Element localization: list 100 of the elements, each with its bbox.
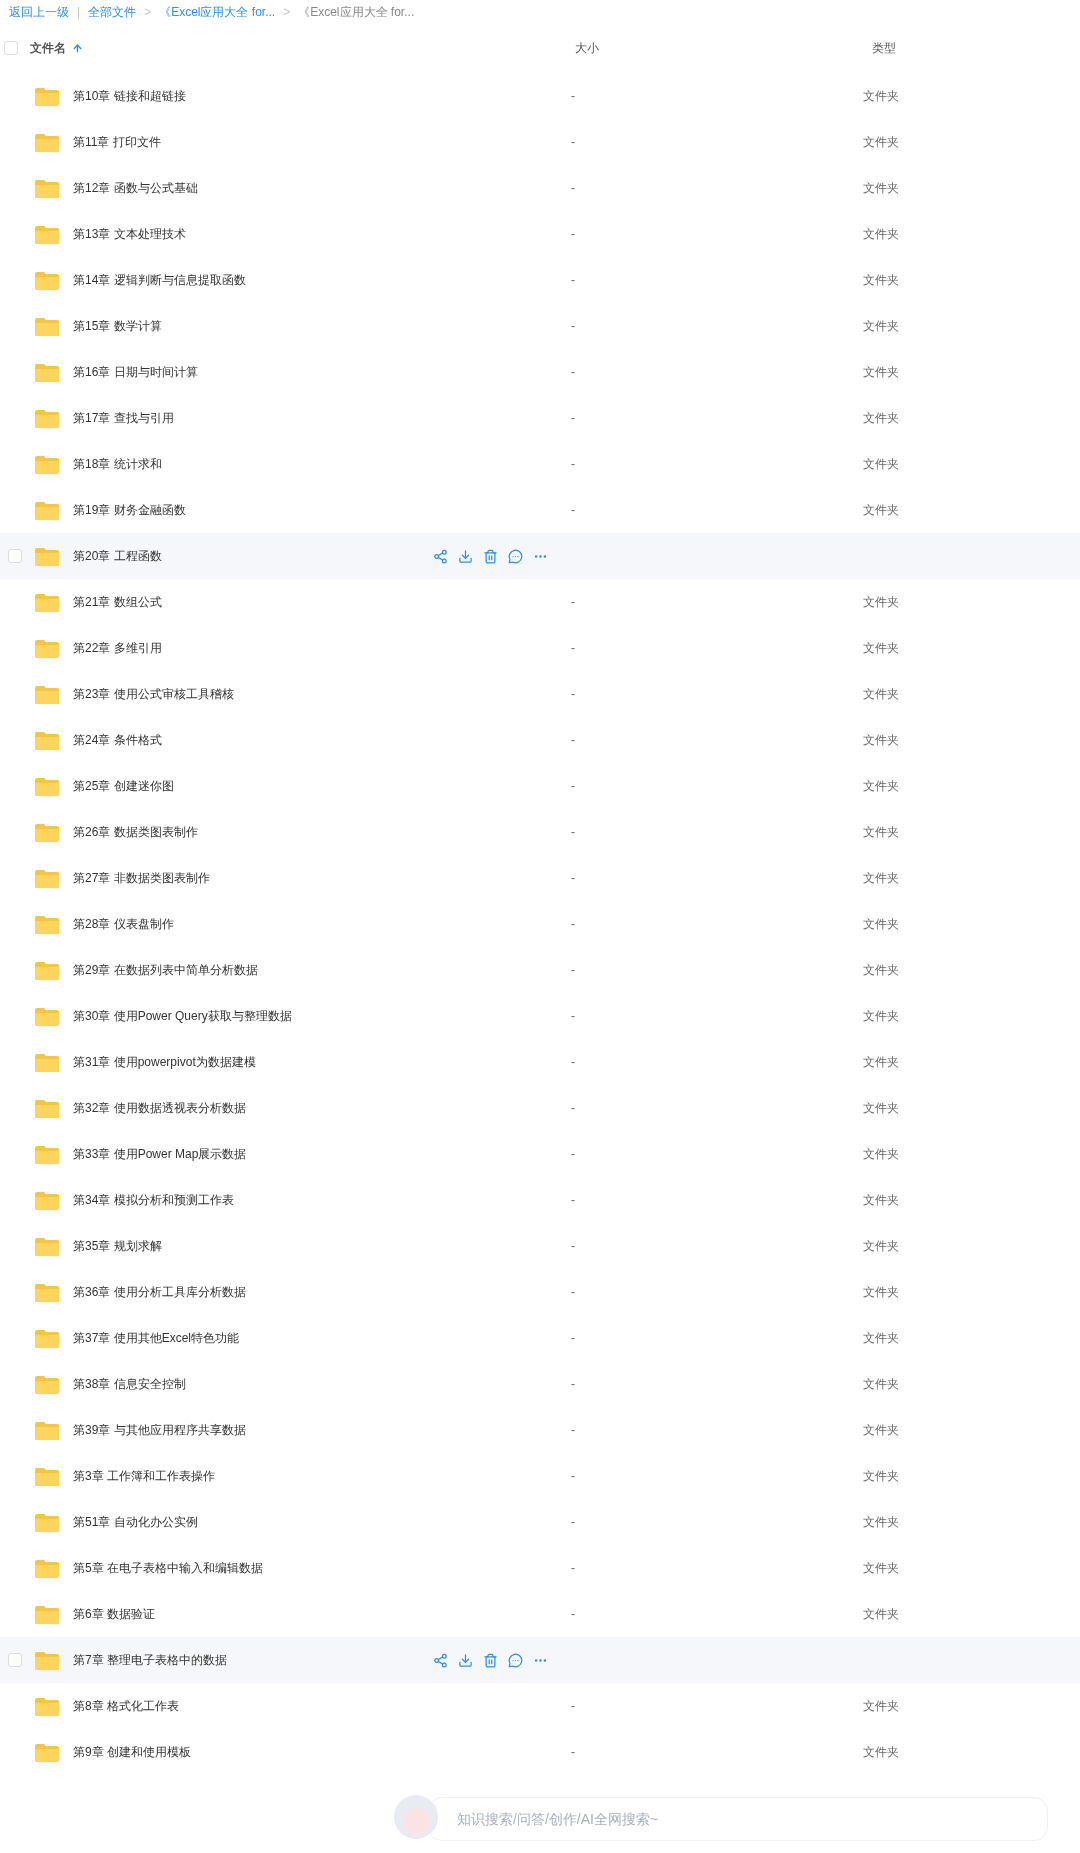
size-cell-text: -: [571, 1422, 576, 1439]
folder-name[interactable]: 第10章 链接和超链接: [73, 87, 433, 105]
type-cell-text: 文件夹: [863, 1744, 899, 1761]
type-cell-text: 文件夹: [863, 1560, 899, 1577]
folder-name[interactable]: 第16章 日期与时间计算: [73, 363, 433, 381]
type-cell-text: 文件夹: [863, 1192, 899, 1209]
sort-icon[interactable]: [72, 42, 83, 54]
folder-name[interactable]: 第24章 条件格式: [73, 731, 433, 749]
folder-name[interactable]: 第27章 非数据类图表制作: [73, 869, 433, 887]
type-cell-text: 文件夹: [863, 870, 899, 887]
folder-name[interactable]: 第21章 数组公式: [73, 593, 433, 611]
type-cell-text: 文件夹: [863, 1422, 899, 1439]
folder-name[interactable]: 第14章 逻辑判断与信息提取函数: [73, 271, 433, 289]
type-cell-text: 文件夹: [863, 1514, 899, 1531]
size-cell-text: -: [571, 1008, 576, 1025]
folder-name[interactable]: 第25章 创建迷你图: [73, 777, 433, 795]
breadcrumb-link[interactable]: 《Excel应用大全 for...: [159, 3, 276, 21]
type-cell-text: 文件夹: [863, 1606, 899, 1623]
folder-name[interactable]: 第33章 使用Power Map展示数据: [73, 1145, 433, 1163]
folder-name[interactable]: 第5章 在电子表格中输入和编辑数据: [73, 1559, 433, 1577]
size-cell-text: -: [571, 1698, 576, 1715]
folder-name[interactable]: 第35章 规划求解: [73, 1237, 433, 1255]
folder-icon: [35, 1604, 59, 1624]
chat-icon[interactable]: [508, 1652, 523, 1668]
folder-name[interactable]: 第6章 数据验证: [73, 1605, 433, 1623]
folder-name[interactable]: 第28章 仪表盘制作: [73, 915, 433, 933]
type-cell-text: 文件夹: [863, 1376, 899, 1393]
column-header[interactable]: 类型: [872, 39, 896, 57]
folder-name[interactable]: 第36章 使用分析工具库分析数据: [73, 1283, 433, 1301]
size-cell-text: -: [571, 916, 576, 933]
type-cell-text: 文件夹: [863, 1284, 899, 1301]
folder-name[interactable]: 第20章 工程函数: [73, 547, 433, 565]
share-icon[interactable]: [433, 548, 448, 564]
column-header[interactable]: 大小: [575, 39, 599, 57]
folder-name[interactable]: 第3章 工作簿和工作表操作: [73, 1467, 433, 1485]
folder-name[interactable]: 第17章 查找与引用: [73, 409, 433, 427]
folder-row[interactable]: 第7章 整理电子表格中的数据: [0, 1637, 1080, 1683]
checkbox[interactable]: [8, 1653, 22, 1667]
folder-name[interactable]: 第51章 自动化办公实例: [73, 1513, 433, 1531]
delete-icon[interactable]: [483, 1652, 498, 1668]
type-cell-text: 文件夹: [863, 226, 899, 243]
folder-name[interactable]: 第18章 统计求和: [73, 455, 433, 473]
folder-row[interactable]: 第20章 工程函数: [0, 533, 1080, 579]
column-header[interactable]: 文件名: [30, 39, 66, 57]
breadcrumb-link[interactable]: 返回上一级: [9, 3, 69, 21]
checkbox[interactable]: [8, 549, 22, 563]
folder-name[interactable]: 第7章 整理电子表格中的数据: [73, 1651, 433, 1669]
folder-icon: [35, 454, 59, 474]
size-cell-text: -: [571, 1560, 576, 1577]
size-cell-text: -: [571, 1606, 576, 1623]
type-cell-text: 文件夹: [863, 962, 899, 979]
size-cell-text: -: [571, 1054, 576, 1071]
type-cell-text: 文件夹: [863, 1054, 899, 1071]
breadcrumb-link[interactable]: 全部文件: [88, 3, 137, 21]
folder-name[interactable]: 第15章 数学计算: [73, 317, 433, 335]
folder-icon: [35, 132, 59, 152]
size-cell-text: -: [571, 1192, 576, 1209]
folder-icon: [35, 270, 59, 290]
breadcrumb-link[interactable]: 《Excel应用大全 for...: [298, 3, 415, 21]
folder-icon: [35, 1328, 59, 1348]
folder-name[interactable]: 第38章 信息安全控制: [73, 1375, 433, 1393]
folder-name[interactable]: 第37章 使用其他Excel特色功能: [73, 1329, 433, 1347]
folder-name[interactable]: 第34章 模拟分析和预测工作表: [73, 1191, 433, 1209]
folder-icon: [35, 316, 59, 336]
type-cell-text: 文件夹: [863, 134, 899, 151]
type-cell-text: 文件夹: [863, 686, 899, 703]
folder-icon: [35, 1558, 59, 1578]
size-cell-text: -: [571, 640, 576, 657]
folder-name[interactable]: 第31章 使用powerpivot为数据建模: [73, 1053, 433, 1071]
checkbox[interactable]: [4, 41, 18, 55]
size-cell-text: -: [571, 88, 576, 105]
folder-name[interactable]: 第32章 使用数据透视表分析数据: [73, 1099, 433, 1117]
size-cell-text: -: [571, 134, 576, 151]
size-cell-text: -: [571, 318, 576, 335]
type-cell-text: 文件夹: [863, 916, 899, 933]
folder-icon: [35, 1190, 59, 1210]
folder-name[interactable]: 第9章 创建和使用模板: [73, 1743, 433, 1761]
type-cell-text: 文件夹: [863, 180, 899, 197]
folder-name[interactable]: 第26章 数据类图表制作: [73, 823, 433, 841]
folder-name[interactable]: 第29章 在数据列表中简单分析数据: [73, 961, 433, 979]
type-cell-text: 文件夹: [863, 364, 899, 381]
folder-icon: [35, 868, 59, 888]
delete-icon[interactable]: [483, 548, 498, 564]
folder-name[interactable]: 第30章 使用Power Query获取与整理数据: [73, 1007, 433, 1025]
folder-name[interactable]: 第12章 函数与公式基础: [73, 179, 433, 197]
folder-name[interactable]: 第22章 多维引用: [73, 639, 433, 657]
size-cell-text: -: [571, 1744, 576, 1761]
size-cell-text: -: [571, 502, 576, 519]
folder-name[interactable]: 第19章 财务金融函数: [73, 501, 433, 519]
type-cell-text: 文件夹: [863, 824, 899, 841]
folder-name[interactable]: 第11章 打印文件: [73, 133, 433, 151]
download-icon[interactable]: [458, 1652, 473, 1668]
folder-name[interactable]: 第23章 使用公式审核工具稽核: [73, 685, 433, 703]
folder-name[interactable]: 第39章 与其他应用程序共享数据: [73, 1421, 433, 1439]
folder-icon: [35, 914, 59, 934]
folder-name[interactable]: 第13章 文本处理技术: [73, 225, 433, 243]
share-icon[interactable]: [433, 1652, 448, 1668]
download-icon[interactable]: [458, 548, 473, 564]
folder-name[interactable]: 第8章 格式化工作表: [73, 1697, 433, 1715]
chat-icon[interactable]: [508, 548, 523, 564]
